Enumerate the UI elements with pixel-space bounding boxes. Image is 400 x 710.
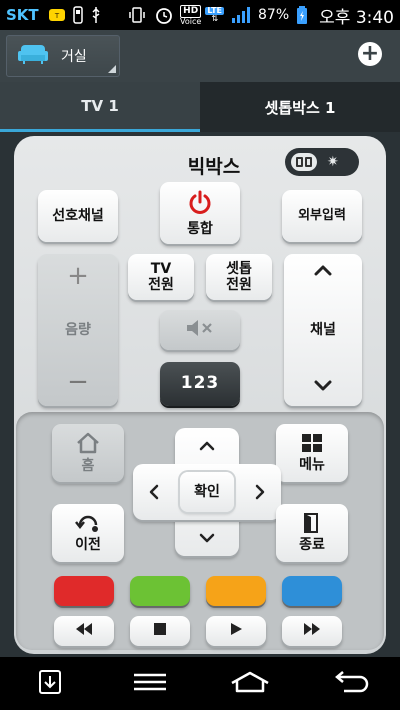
dpad-right-button[interactable] — [244, 478, 276, 506]
power-icon — [186, 189, 214, 221]
play-button[interactable] — [206, 616, 266, 646]
grid-menu-icon — [301, 433, 323, 457]
rewind-icon — [74, 622, 94, 640]
usb-debug-icon — [72, 6, 84, 24]
add-device-button[interactable]: + — [358, 42, 382, 66]
carrier-label: SKT — [6, 6, 39, 24]
fast-forward-button[interactable] — [282, 616, 342, 646]
back-button[interactable]: 이전 — [52, 504, 124, 562]
tab-tv1[interactable]: TV 1 — [0, 82, 200, 132]
yellow-key[interactable] — [206, 576, 266, 606]
home-nav-button[interactable] — [220, 664, 280, 704]
device-tabs: TV 1 셋톱박스 1 — [0, 82, 400, 132]
hd-voice-indicator: HD Voice — [180, 4, 202, 26]
dpad-left-button[interactable] — [138, 478, 170, 506]
settop-power-button[interactable]: 셋톱 전원 — [206, 254, 272, 300]
tv-power-label-2: 전원 — [148, 277, 174, 293]
back-nav-button[interactable] — [320, 664, 380, 704]
stop-icon — [153, 622, 167, 640]
green-key[interactable] — [130, 576, 190, 606]
menu-label: 메뉴 — [299, 457, 325, 473]
status-bar: SKT T HD Voice LTE ⇅ 87% 오후 3:40 — [0, 0, 400, 30]
fast-forward-icon — [302, 622, 322, 640]
signal-icon — [231, 6, 251, 24]
tv-power-button[interactable]: TV 전원 — [128, 254, 194, 300]
rewind-button[interactable] — [54, 616, 114, 646]
ok-button[interactable]: 확인 — [180, 472, 234, 512]
numpad-label: 123 — [180, 373, 220, 394]
home-icon — [75, 432, 101, 458]
room-label: 거실 — [61, 49, 87, 65]
power-all-label: 통합 — [187, 221, 213, 237]
remote-area: 빅박스 ✷ 선호채널 통합 외부입력 + 음량 − TV 전원 셋톱 전원 채널… — [0, 132, 400, 657]
dpad-down-button[interactable] — [191, 524, 223, 552]
plus-icon: + — [360, 41, 380, 66]
menu-button[interactable]: 메뉴 — [276, 424, 348, 482]
channel-rocker: 채널 — [284, 254, 362, 406]
home-label: 홈 — [81, 458, 95, 474]
channel-label: 채널 — [310, 321, 336, 338]
room-selector-button[interactable]: 거실 — [6, 35, 120, 77]
lte-indicator: LTE ⇅ — [205, 6, 225, 23]
navigation-panel: 홈 메뉴 확인 이전 종료 — [16, 412, 384, 650]
volume-up-button[interactable]: + — [67, 261, 89, 292]
favorite-channel-button[interactable]: 선호채널 — [38, 190, 118, 242]
system-nav-bar — [0, 657, 400, 710]
display-mode-toggle[interactable]: ✷ — [285, 148, 359, 176]
back-arrow-icon — [330, 670, 370, 697]
battery-charging-icon — [296, 5, 308, 25]
back-label: 이전 — [75, 537, 101, 553]
volume-label: 음량 — [65, 321, 91, 338]
notification-pull-button[interactable] — [20, 664, 80, 704]
settop-power-label-2: 전원 — [226, 277, 252, 293]
tab-label: TV 1 — [81, 96, 119, 115]
talk-icon: T — [48, 8, 66, 22]
remote-body: 빅박스 ✷ 선호채널 통합 외부입력 + 음량 − TV 전원 셋톱 전원 채널… — [14, 136, 386, 654]
volume-down-button[interactable]: − — [67, 367, 89, 398]
hamburger-icon — [133, 672, 167, 696]
channel-up-button[interactable] — [314, 264, 332, 280]
ok-label: 확인 — [194, 483, 220, 500]
blue-key[interactable] — [282, 576, 342, 606]
clock: 오후 3:40 — [319, 7, 394, 28]
dual-screen-icon — [291, 153, 317, 171]
external-input-label: 외부입력 — [298, 207, 346, 223]
red-key[interactable] — [54, 576, 114, 606]
usb-icon — [90, 6, 102, 24]
sofa-icon — [17, 43, 49, 69]
tab-settop1[interactable]: 셋톱박스 1 — [200, 82, 400, 132]
dropdown-corner-icon — [108, 65, 116, 73]
tab-label: 셋톱박스 1 — [264, 98, 336, 117]
dpad-up-button[interactable] — [191, 432, 223, 460]
room-bar: 거실 + — [0, 30, 400, 82]
tv-power-label-1: TV — [150, 260, 172, 277]
alarm-icon — [155, 6, 173, 24]
volume-rocker: + 음량 − — [38, 254, 118, 406]
pull-down-icon — [38, 669, 62, 699]
play-icon — [229, 622, 243, 640]
mute-button[interactable] — [160, 310, 240, 350]
battery-percent: 87% — [258, 7, 290, 23]
svg-text:T: T — [54, 12, 60, 20]
channel-down-button[interactable] — [314, 380, 332, 396]
external-input-button[interactable]: 외부입력 — [282, 190, 362, 242]
remote-title: 빅박스 — [187, 156, 241, 178]
exit-label: 종료 — [299, 537, 325, 553]
numpad-button[interactable]: 123 — [160, 362, 240, 406]
favorite-channel-label: 선호채널 — [52, 207, 104, 224]
exit-door-icon — [301, 512, 323, 537]
home-button[interactable]: 홈 — [52, 424, 124, 482]
settop-power-label-1: 셋톱 — [226, 260, 252, 277]
vibrate-icon — [129, 6, 145, 24]
stop-button[interactable] — [130, 616, 190, 646]
back-icon — [75, 513, 101, 537]
exit-button[interactable]: 종료 — [276, 504, 348, 562]
home-outline-icon — [230, 671, 270, 697]
power-all-button[interactable]: 통합 — [160, 182, 240, 244]
data-arrows-icon: ⇅ — [211, 14, 219, 23]
brightness-icon: ✷ — [327, 154, 339, 170]
menu-nav-button[interactable] — [120, 664, 180, 704]
mute-icon — [184, 318, 216, 342]
